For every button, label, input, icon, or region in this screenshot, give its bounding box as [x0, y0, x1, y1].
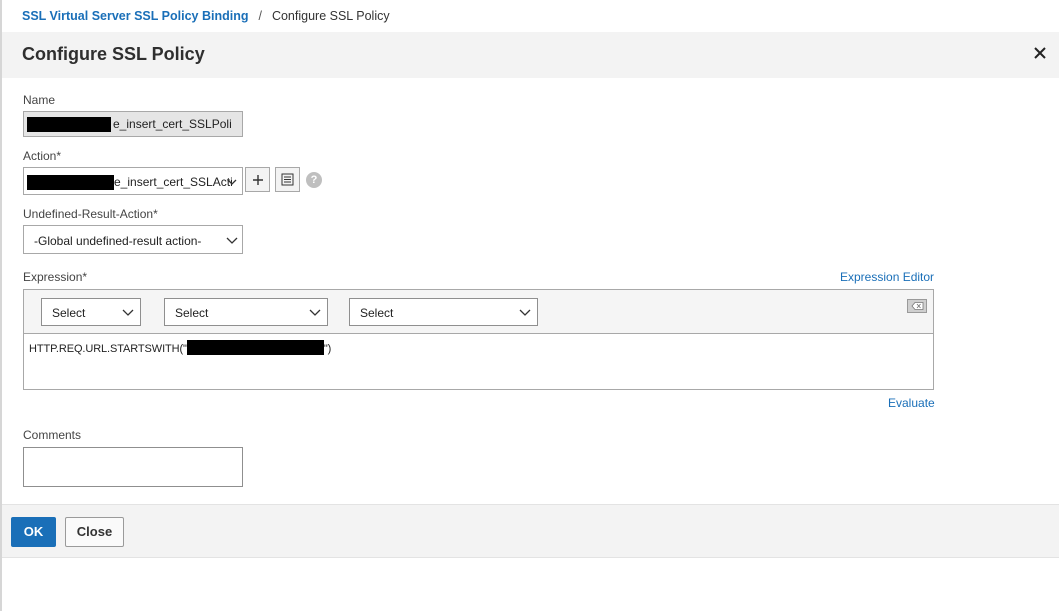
expression-select-2[interactable]: Select: [164, 298, 328, 326]
expression-box: Select Select Select HTTP.REQ.URL.STARTS…: [23, 289, 934, 390]
name-field: e_insert_cert_SSLPoli: [23, 111, 243, 137]
undefined-result-action-value: -Global undefined-result action-: [34, 234, 202, 248]
redacted-text: [27, 175, 114, 190]
evaluate-link[interactable]: Evaluate: [888, 396, 935, 410]
name-label: Name: [23, 93, 56, 107]
expression-label: Expression*: [23, 270, 88, 284]
chevron-down-icon: [227, 179, 237, 185]
expression-select-2-value: Select: [175, 306, 209, 320]
expression-select-1[interactable]: Select: [41, 298, 141, 326]
dialog-title: Configure SSL Policy: [22, 44, 205, 64]
breadcrumb-current: Configure SSL Policy: [271, 9, 390, 23]
expression-editor-link[interactable]: Expression Editor: [840, 270, 934, 284]
clear-icon[interactable]: [907, 299, 927, 313]
expression-toolbar: Select Select Select: [24, 290, 933, 334]
dialog-header: Configure SSL Policy: [2, 32, 1059, 78]
comments-field[interactable]: [23, 447, 243, 487]
plus-icon: [252, 174, 263, 185]
help-icon[interactable]: ?: [306, 172, 322, 188]
breadcrumb-parent-link[interactable]: SSL Virtual Server SSL Policy Binding: [22, 9, 248, 23]
action-select-value: e_insert_cert_SSLActi: [114, 175, 233, 189]
expression-select-3[interactable]: Select: [349, 298, 538, 326]
add-action-button[interactable]: [245, 167, 270, 192]
close-icon[interactable]: [1031, 44, 1049, 62]
list-icon: [281, 173, 294, 186]
redacted-text: [27, 117, 111, 132]
chevron-down-icon: [519, 309, 531, 316]
undefined-result-action-select[interactable]: -Global undefined-result action-: [23, 225, 243, 254]
expression-text-suffix: "): [323, 343, 332, 355]
undefined-result-action-label: Undefined-Result-Action*: [23, 207, 158, 221]
chevron-down-icon: [122, 309, 134, 316]
chevron-down-icon: [226, 237, 238, 244]
comments-label: Comments: [23, 428, 82, 442]
breadcrumb-separator: /: [258, 9, 262, 23]
expression-text-prefix: HTTP.REQ.URL.STARTSWITH(": [29, 343, 187, 355]
action-select[interactable]: e_insert_cert_SSLActi: [23, 167, 243, 195]
redacted-text: [186, 340, 324, 355]
action-label: Action*: [23, 149, 62, 163]
ok-button[interactable]: OK: [11, 517, 56, 547]
expression-text[interactable]: HTTP.REQ.URL.STARTSWITH(" "): [29, 340, 331, 355]
chevron-down-icon: [309, 309, 321, 316]
expression-select-1-value: Select: [52, 306, 86, 320]
expression-select-3-value: Select: [360, 306, 394, 320]
edit-action-button[interactable]: [275, 167, 300, 192]
dialog-footer: OK Close: [2, 504, 1059, 558]
close-button[interactable]: Close: [65, 517, 124, 547]
breadcrumb: SSL Virtual Server SSL Policy Binding / …: [22, 8, 390, 24]
name-field-value: e_insert_cert_SSLPoli: [113, 117, 232, 131]
